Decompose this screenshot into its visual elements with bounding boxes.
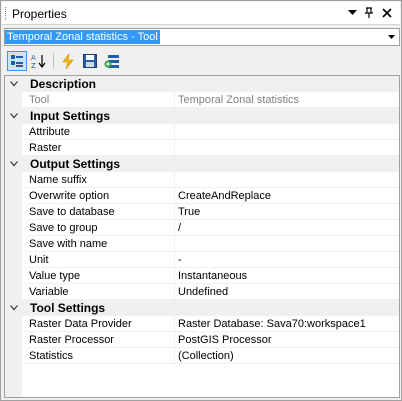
properties-toolbar: A Z <box>4 50 400 72</box>
chevron-down-icon[interactable] <box>9 159 19 169</box>
window-title: Properties <box>12 7 67 21</box>
categorized-view-icon[interactable] <box>7 51 27 71</box>
close-icon[interactable] <box>380 6 394 20</box>
chevron-down-icon[interactable] <box>383 29 399 45</box>
property-name: Raster <box>22 140 175 156</box>
property-row[interactable]: Raster <box>5 140 399 156</box>
property-value[interactable]: True <box>175 204 399 220</box>
category-label: Output Settings <box>30 157 120 171</box>
property-name: Attribute <box>22 124 175 140</box>
alphabetical-sort-icon[interactable]: A Z <box>29 51 49 71</box>
property-value[interactable]: (Collection) <box>175 348 399 364</box>
property-value[interactable] <box>175 236 399 252</box>
toolbar-separator <box>53 53 54 69</box>
properties-window: Properties Temporal Zonal statistics - T… <box>0 0 402 401</box>
property-row[interactable]: Save to group / <box>5 220 399 236</box>
chevron-down-icon[interactable] <box>9 303 19 313</box>
category-row[interactable]: Output Settings <box>5 156 399 172</box>
property-name: Raster Data Provider <box>22 316 175 332</box>
property-name: Variable <box>22 284 175 300</box>
property-row[interactable]: Name suffix <box>5 172 399 188</box>
property-row[interactable]: Attribute <box>5 124 399 140</box>
property-name: Tool <box>22 92 175 108</box>
property-value[interactable]: / <box>175 220 399 236</box>
property-name: Raster Processor <box>22 332 175 348</box>
property-row[interactable]: Statistics (Collection) <box>5 348 399 364</box>
property-row[interactable]: Save to database True <box>5 204 399 220</box>
category-label: Input Settings <box>30 109 110 123</box>
property-row[interactable]: Variable Undefined <box>5 284 399 300</box>
property-row[interactable]: Unit - <box>5 252 399 268</box>
property-name: Value type <box>22 268 175 284</box>
svg-text:A: A <box>31 54 36 62</box>
category-row[interactable]: Description <box>5 76 399 92</box>
property-row[interactable]: Raster Data Provider Raster Database: Sav… <box>5 316 399 332</box>
property-row[interactable]: Raster Processor PostGIS Processor <box>5 332 399 348</box>
save-icon[interactable] <box>80 51 100 71</box>
property-value[interactable]: Raster Database: Sava70:workspace1 <box>175 316 399 332</box>
category-label: Description <box>30 77 97 91</box>
property-value[interactable] <box>175 124 399 140</box>
property-value[interactable]: PostGIS Processor <box>175 332 399 348</box>
property-row[interactable]: Value type Instantaneous <box>5 268 399 284</box>
object-selector-dropdown[interactable]: Temporal Zonal statistics - Tool <box>4 28 400 46</box>
property-row[interactable]: Overwrite option CreateAndReplace <box>5 188 399 204</box>
chevron-down-icon[interactable] <box>9 111 19 121</box>
property-name: Name suffix <box>22 172 175 188</box>
drag-grip-icon[interactable] <box>5 7 8 20</box>
property-grid: Description Tool Temporal Zonal statistics… <box>4 75 400 398</box>
category-row[interactable]: Input Settings <box>5 108 399 124</box>
add-table-icon[interactable] <box>102 51 122 71</box>
object-selector-value: Temporal Zonal statistics - Tool <box>5 30 160 44</box>
property-name: Overwrite option <box>22 188 175 204</box>
category-row[interactable]: Tool Settings <box>5 300 399 316</box>
property-name: Save to group <box>22 220 175 236</box>
property-name: Statistics <box>22 348 175 364</box>
chevron-down-icon[interactable] <box>345 6 359 20</box>
events-icon[interactable] <box>58 51 78 71</box>
property-value[interactable]: CreateAndReplace <box>175 188 399 204</box>
property-value[interactable] <box>175 140 399 156</box>
category-label: Tool Settings <box>30 301 106 315</box>
svg-text:Z: Z <box>31 62 36 69</box>
property-value: Temporal Zonal statistics <box>175 92 399 108</box>
property-row[interactable]: Save with name <box>5 236 399 252</box>
property-name: Unit <box>22 252 175 268</box>
chevron-down-icon[interactable] <box>9 79 19 89</box>
property-value[interactable] <box>175 172 399 188</box>
property-value[interactable]: - <box>175 252 399 268</box>
title-bar[interactable]: Properties <box>2 2 400 25</box>
property-value[interactable]: Undefined <box>175 284 399 300</box>
property-name: Save with name <box>22 236 175 252</box>
property-name: Save to database <box>22 204 175 220</box>
pin-icon[interactable] <box>362 6 376 20</box>
property-value[interactable]: Instantaneous <box>175 268 399 284</box>
property-row[interactable]: Tool Temporal Zonal statistics <box>5 92 399 108</box>
